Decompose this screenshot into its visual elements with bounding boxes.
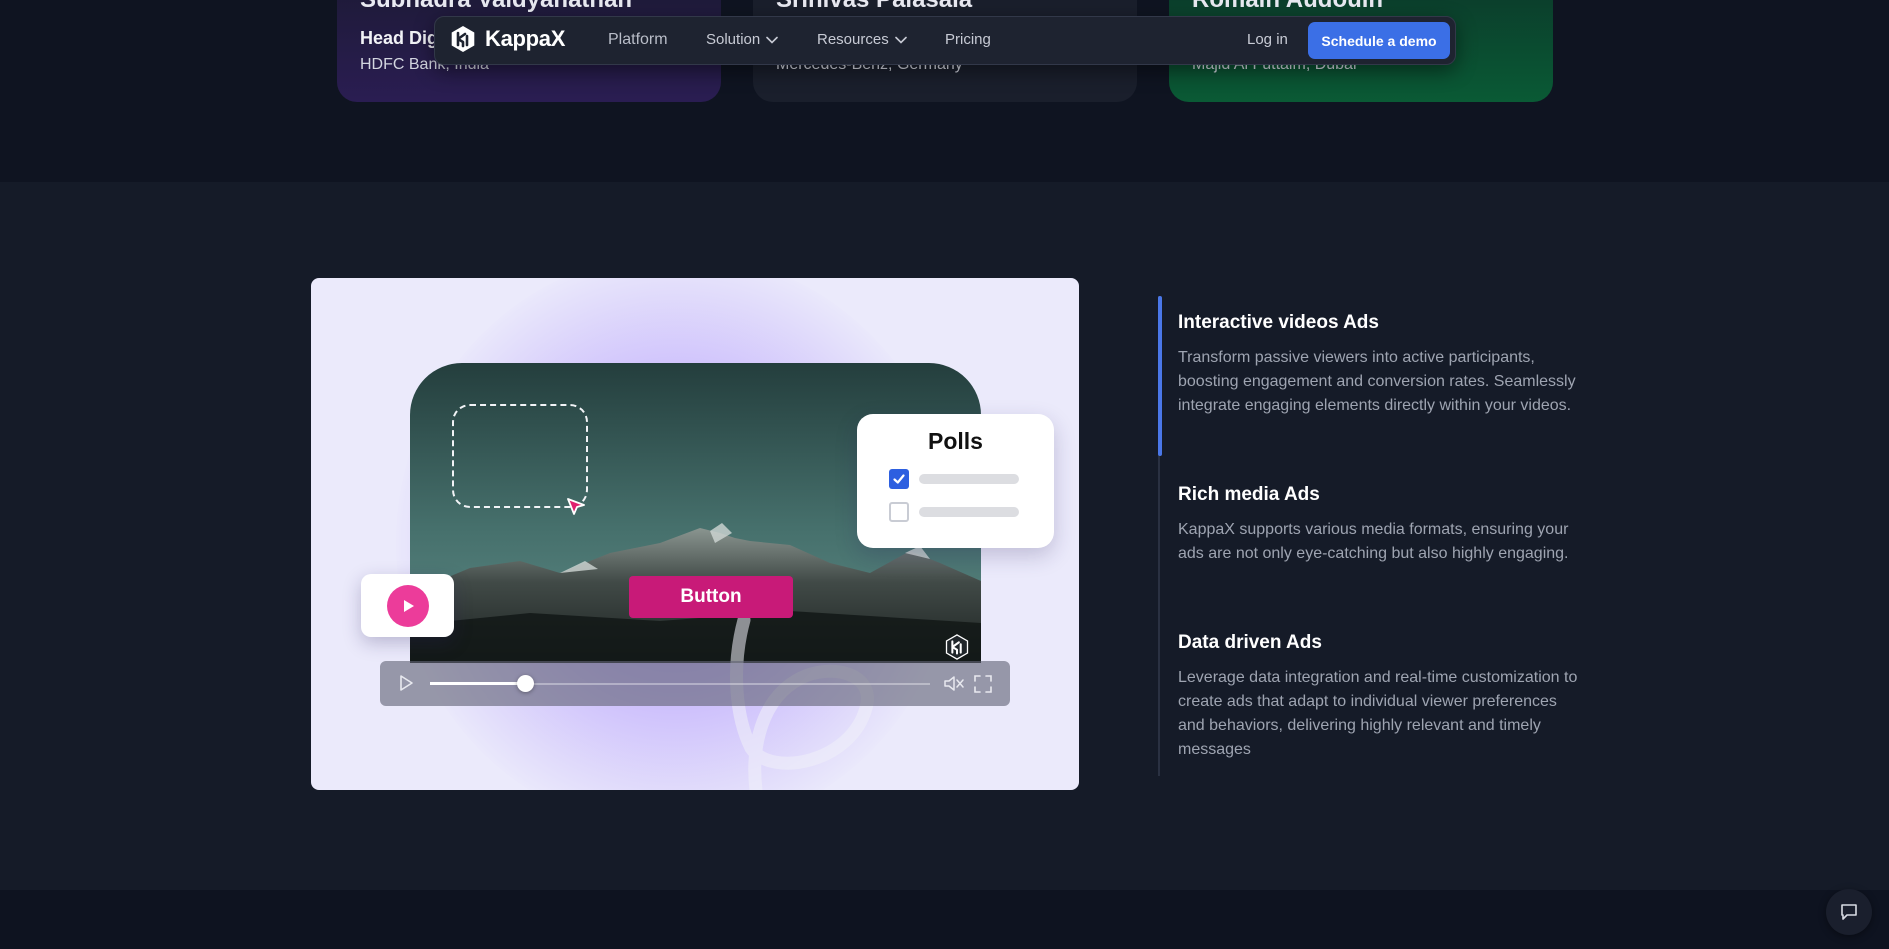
hotspot-placeholder — [452, 404, 588, 508]
checkbox-unchecked-icon[interactable] — [889, 502, 909, 522]
nav-pricing[interactable]: Pricing — [945, 31, 991, 48]
feature-title: Rich media Ads — [1178, 484, 1320, 505]
checkbox-checked-icon[interactable] — [889, 469, 909, 489]
poll-option[interactable] — [889, 502, 1019, 522]
feature-list: Interactive videos Ads Transform passive… — [1158, 296, 1578, 776]
testimonial-role: Head Dig — [360, 28, 439, 48]
login-link[interactable]: Log in — [1247, 31, 1288, 48]
mute-icon[interactable] — [943, 674, 965, 693]
feature-item-rich-media[interactable]: Rich media Ads KappaX supports various m… — [1178, 484, 1578, 566]
nav-resources[interactable]: Resources — [817, 31, 907, 48]
feature-title: Data driven Ads — [1178, 632, 1322, 653]
schedule-demo-button[interactable]: Schedule a demo — [1308, 22, 1450, 59]
brand-logo[interactable]: KappaX — [449, 25, 565, 53]
feature-description: Transform passive viewers into active pa… — [1178, 349, 1576, 414]
nav-pricing-label: Pricing — [945, 31, 991, 48]
chat-button[interactable] — [1826, 889, 1872, 935]
chat-bubble-icon — [1841, 904, 1857, 920]
sample-cta-button[interactable]: Button — [629, 576, 793, 618]
poll-option[interactable] — [889, 469, 1019, 489]
poll-option-placeholder — [919, 474, 1019, 484]
nav-platform[interactable]: Platform — [608, 31, 668, 49]
play-icon — [386, 584, 429, 627]
top-navbar: KappaX Platform Solution Resources Prici… — [434, 16, 1456, 65]
poll-option-placeholder — [919, 507, 1019, 517]
nav-solution-label: Solution — [706, 31, 761, 48]
play-icon[interactable] — [396, 673, 416, 693]
fullscreen-icon[interactable] — [974, 675, 992, 693]
testimonial-name: Romain Audouin — [1192, 0, 1383, 12]
chevron-down-icon — [766, 36, 779, 44]
testimonial-name: Subhadra Vaidyanathan — [360, 0, 632, 12]
polls-title: Polls — [928, 428, 983, 454]
feature-title: Interactive videos Ads — [1178, 312, 1379, 333]
feature-active-indicator — [1158, 296, 1162, 456]
cursor-arrow-icon — [567, 498, 585, 515]
progress-thumb[interactable] — [517, 675, 534, 692]
nav-resources-label: Resources — [817, 31, 889, 48]
feature-item-interactive-videos[interactable]: Interactive videos Ads Transform passive… — [1178, 312, 1578, 418]
feature-description: KappaX supports various media formats, e… — [1178, 521, 1569, 562]
next-section — [0, 890, 1889, 949]
kappax-logo-icon — [451, 26, 475, 52]
polls-widget: Polls — [857, 414, 1054, 548]
kappax-watermark-icon — [945, 634, 969, 660]
interactive-ad-showcase: Button Polls — [311, 278, 1079, 790]
play-widget-card[interactable] — [361, 574, 454, 637]
testimonial-name: Srinivas Palasala — [776, 0, 972, 12]
nav-solution[interactable]: Solution — [706, 31, 779, 48]
chevron-down-icon — [894, 36, 907, 44]
brand-name: KappaX — [485, 26, 566, 51]
nav-platform-label: Platform — [608, 31, 668, 48]
feature-description: Leverage data integration and real-time … — [1178, 669, 1578, 758]
progress-fill — [430, 682, 525, 685]
feature-item-data-driven[interactable]: Data driven Ads Leverage data integratio… — [1178, 632, 1578, 762]
video-controls-bar — [380, 661, 1010, 706]
